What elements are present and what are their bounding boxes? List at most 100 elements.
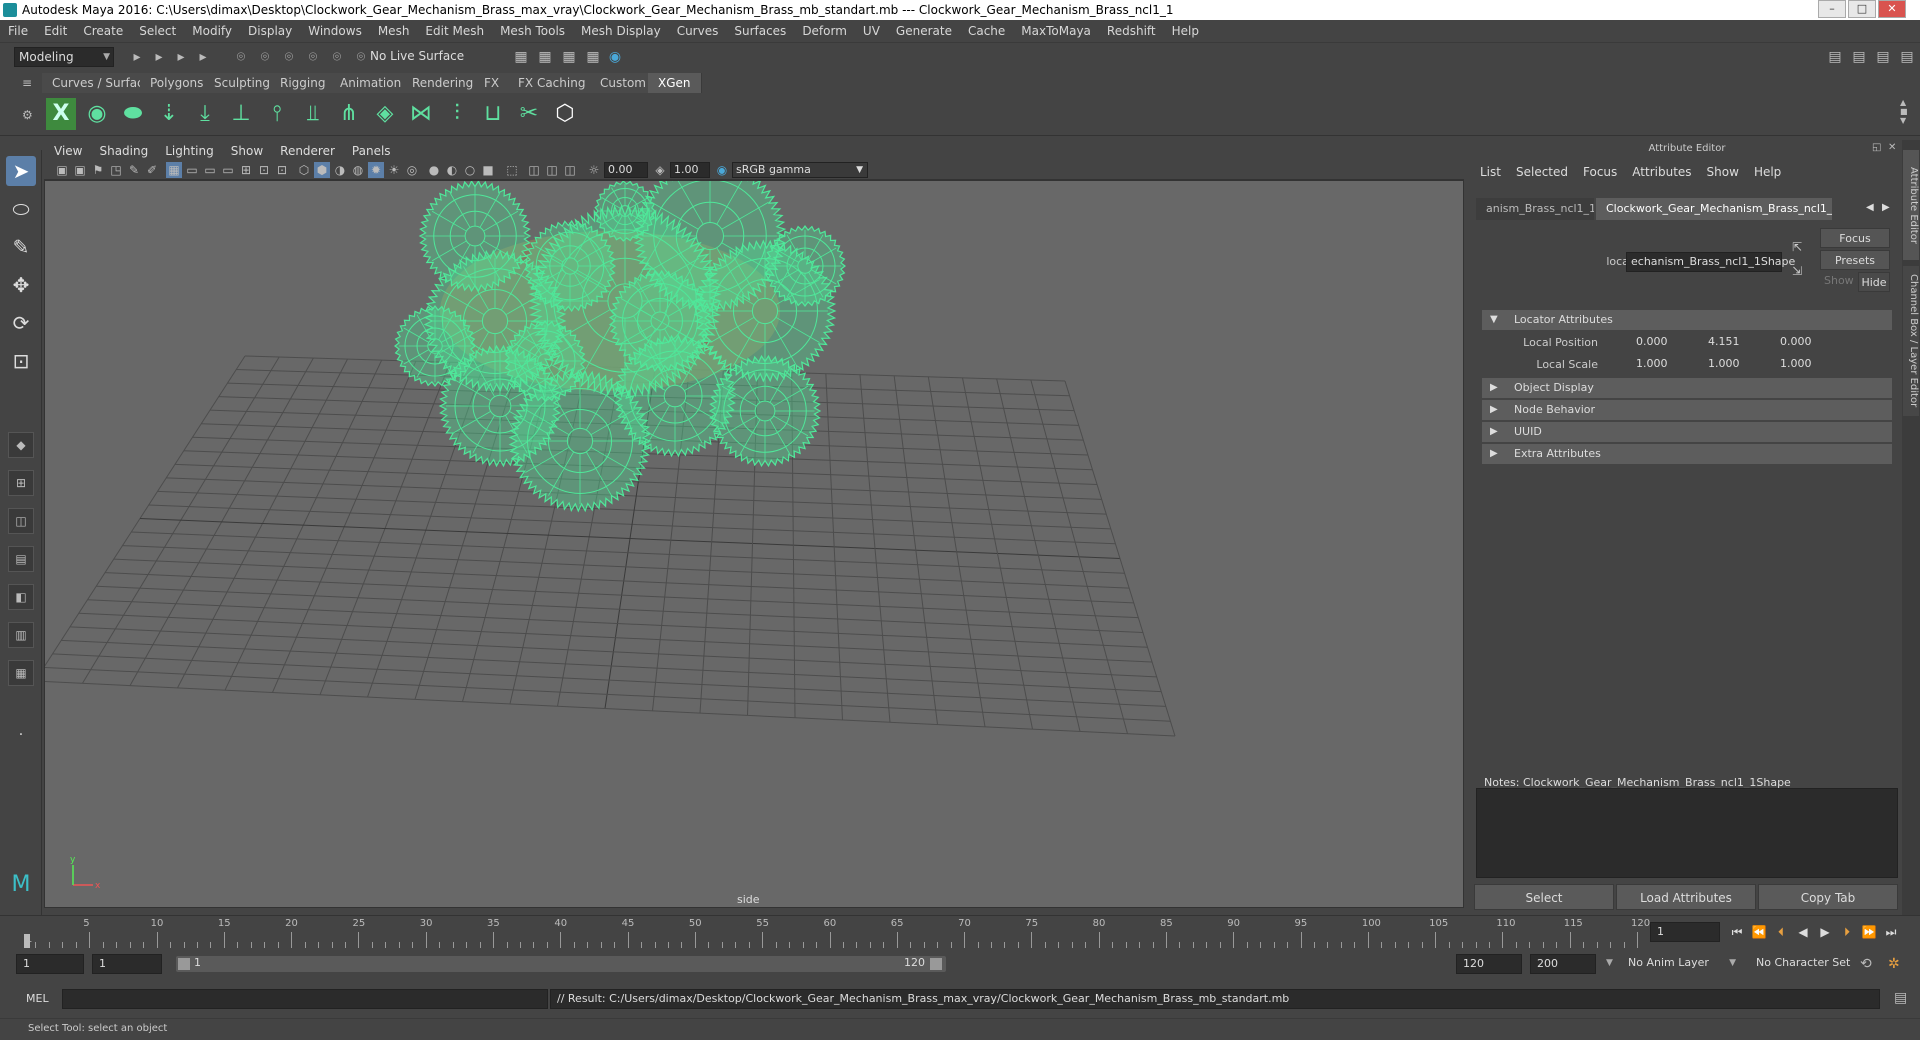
playback-start-field[interactable]: 1	[92, 954, 162, 974]
gamma-field[interactable]: 1.00	[670, 162, 710, 178]
section-locator-attributes[interactable]: ▼ Locator Attributes	[1482, 310, 1892, 330]
snap-point-icon[interactable]: ⌾	[328, 48, 346, 66]
xgen-noise-icon[interactable]: ⫶	[442, 98, 472, 130]
shelf-scroll-icon[interactable]: ▲ ■ ▼	[1900, 98, 1908, 125]
command-input[interactable]	[62, 989, 548, 1009]
rotate-tool-icon[interactable]: ⟳	[6, 308, 36, 338]
ae-menu-show[interactable]: Show	[1707, 165, 1739, 179]
anti-aliasing-icon[interactable]: ○	[462, 162, 478, 178]
ae-menu-list[interactable]: List	[1480, 165, 1501, 179]
shelf-tab-fx[interactable]: FX	[474, 73, 511, 93]
depth-of-field-icon[interactable]: ■	[480, 162, 496, 178]
xgen-length-icon[interactable]: ⊥	[226, 98, 256, 130]
playback-end-field[interactable]: 120	[1456, 954, 1522, 974]
menu-generate[interactable]: Generate	[896, 24, 952, 38]
gate-mask-icon[interactable]: ▭	[220, 162, 236, 178]
folder-icon[interactable]: ▸	[128, 48, 146, 66]
tab-attribute-editor[interactable]: Attribute Editor	[1903, 150, 1919, 260]
xray-joints-icon[interactable]: ◫	[526, 162, 542, 178]
character-set-dropdown[interactable]: No Character Set	[1750, 954, 1868, 974]
tab-transform-node[interactable]: anism_Brass_ncl1_1	[1476, 198, 1594, 220]
viewport-menu-panels[interactable]: Panels	[352, 144, 391, 158]
go-to-start-icon[interactable]: ⏮	[1728, 924, 1746, 940]
notes-field[interactable]	[1476, 788, 1898, 878]
animation-preferences-icon[interactable]: ✲	[1888, 956, 1900, 972]
local-position-y-field[interactable]: 4.151	[1704, 334, 1774, 352]
presets-button[interactable]: Presets	[1820, 250, 1890, 270]
xgen-clump-icon[interactable]: ⋈	[406, 98, 436, 130]
four-view-layout-icon[interactable]: ⊞	[8, 470, 34, 496]
shelf-tab-custom[interactable]: Custom	[590, 73, 657, 93]
gamma-icon[interactable]: ◈	[652, 162, 668, 178]
shelf-tab-rigging[interactable]: Rigging	[270, 73, 337, 93]
xgen-comb-icon[interactable]: ⫯	[262, 98, 292, 130]
menu-surfaces[interactable]: Surfaces	[734, 24, 786, 38]
focus-button[interactable]: Focus	[1820, 228, 1890, 248]
undo-icon[interactable]: ▸	[194, 48, 212, 66]
backface-icon[interactable]: ◫	[562, 162, 578, 178]
viewport-menu-shading[interactable]: Shading	[99, 144, 148, 158]
paint-select-icon[interactable]: ⌾	[256, 48, 274, 66]
ambient-occlusion-icon[interactable]: ●	[426, 162, 442, 178]
grid-toggle-icon[interactable]: ▦	[166, 162, 182, 178]
select-button[interactable]: Select	[1474, 884, 1614, 910]
time-slider[interactable]: 1 5 10 15 20 25 30 35 40 45 50 55 60 65 70 75 80 85 90 95 1…	[0, 915, 1920, 948]
xgen-place-icon[interactable]: ⇣	[154, 98, 184, 130]
local-position-z-field[interactable]: 0.000	[1776, 334, 1846, 352]
time-slider-track[interactable]: 1 5 10 15 20 25 30 35 40 45 50 55 60 65 70 75 80 85 90 95 1…	[22, 918, 1650, 948]
2d-pan-icon[interactable]: ✎	[126, 162, 142, 178]
maximize-button[interactable]: □	[1848, 0, 1876, 18]
menu-edit-mesh[interactable]: Edit Mesh	[425, 24, 484, 38]
render-settings-icon[interactable]: ▦	[584, 48, 602, 66]
isolate-select-icon[interactable]: ⬚	[504, 162, 520, 178]
menu-create[interactable]: Create	[83, 24, 123, 38]
xgen-cut-tool-icon[interactable]: ✂	[514, 98, 544, 130]
local-scale-z-field[interactable]: 1.000	[1776, 356, 1846, 374]
auto-key-icon[interactable]: ⟲	[1860, 956, 1872, 972]
field-chart-icon[interactable]: ⊞	[238, 162, 254, 178]
copy-tab-button[interactable]: Copy Tab	[1758, 884, 1898, 910]
local-scale-y-field[interactable]: 1.000	[1704, 356, 1774, 374]
outliner-layout-icon[interactable]: ▦	[8, 660, 34, 686]
menu-mesh[interactable]: Mesh	[378, 24, 410, 38]
menu-redshift[interactable]: Redshift	[1107, 24, 1156, 38]
render-frame-icon[interactable]: ▦	[536, 48, 554, 66]
move-tool-icon[interactable]: ✥	[6, 270, 36, 300]
smooth-shade-icon[interactable]: ⬢	[314, 162, 330, 178]
persp-outliner-layout-icon[interactable]: ▤	[8, 546, 34, 572]
play-backward-icon[interactable]: ◀	[1794, 924, 1812, 940]
close-button[interactable]: ✕	[1878, 0, 1906, 18]
viewport-menu-show[interactable]: Show	[231, 144, 263, 158]
range-start-handle[interactable]	[178, 958, 190, 970]
ae-menu-help[interactable]: Help	[1754, 165, 1781, 179]
menu-uv[interactable]: UV	[863, 24, 880, 38]
section-uuid[interactable]: ▶ UUID	[1482, 422, 1892, 442]
menu-edit[interactable]: Edit	[44, 24, 67, 38]
menu-mesh-tools[interactable]: Mesh Tools	[500, 24, 565, 38]
ipr-render-icon[interactable]: ▦	[560, 48, 578, 66]
go-to-end-icon[interactable]: ⏭	[1882, 924, 1900, 940]
mode-selector[interactable]: Modeling ▼	[14, 47, 114, 67]
layout-menu-icon[interactable]: ·	[6, 720, 36, 750]
channel-box-icon[interactable]: ▤	[1898, 48, 1916, 66]
end-time-field[interactable]: 200	[1530, 954, 1596, 974]
single-view-layout-icon[interactable]: ◆	[8, 432, 34, 458]
xgen-toolkit-icon[interactable]: ⬡	[550, 98, 580, 130]
close-panel-icon[interactable]: ✕	[1888, 142, 1896, 153]
textured-icon[interactable]: ◍	[350, 162, 366, 178]
viewport-menu-lighting[interactable]: Lighting	[165, 144, 214, 158]
menu-file[interactable]: File	[8, 24, 28, 38]
xgen-attract-icon[interactable]: ⊔	[478, 98, 508, 130]
viewport-panel[interactable]: x y side	[44, 180, 1464, 908]
section-node-behavior[interactable]: ▶ Node Behavior	[1482, 400, 1892, 420]
locator-name-field[interactable]: echanism_Brass_ncl1_1Shape	[1626, 252, 1795, 272]
menu-display[interactable]: Display	[248, 24, 292, 38]
menu-curves[interactable]: Curves	[677, 24, 719, 38]
tab-scroll-left-icon[interactable]: ◀	[1866, 202, 1874, 213]
minimize-button[interactable]: –	[1818, 0, 1846, 18]
step-back-key-icon[interactable]: ⏴	[1772, 924, 1790, 940]
hide-button[interactable]: Hide	[1858, 272, 1890, 292]
script-editor-icon[interactable]: ▤	[1894, 990, 1907, 1006]
step-forward-key-icon[interactable]: ⏵	[1838, 924, 1856, 940]
menu-help[interactable]: Help	[1172, 24, 1199, 38]
